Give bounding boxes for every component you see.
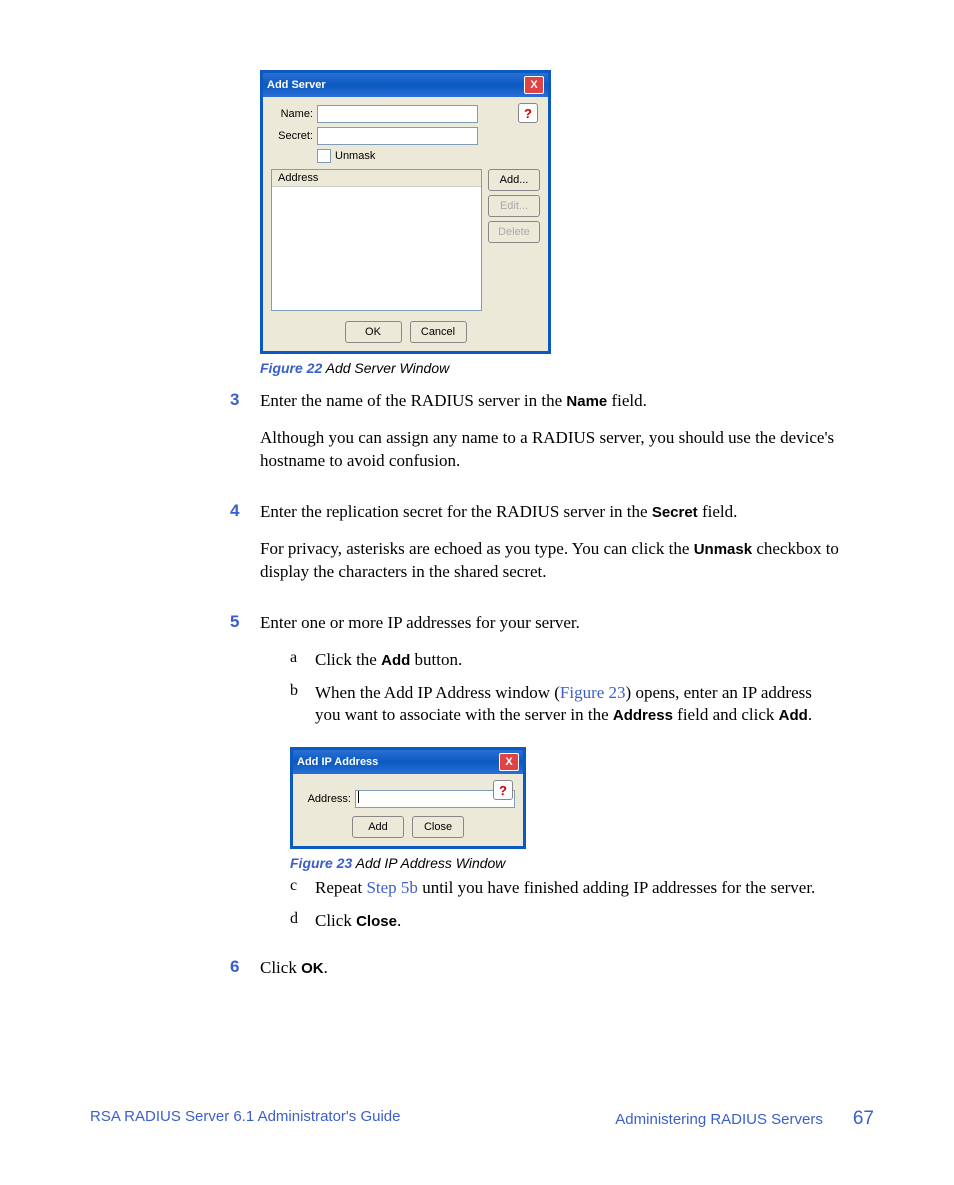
close-icon[interactable]: X	[524, 76, 544, 94]
step-5a-text: Click the Add button.	[315, 649, 839, 672]
footer-left: RSA RADIUS Server 6.1 Administrator's Gu…	[90, 1108, 400, 1130]
add-button[interactable]: Add...	[488, 169, 540, 191]
step-4-number: 4	[230, 501, 260, 598]
step-5b-link[interactable]: Step 5b	[366, 878, 417, 897]
step-5-text: Enter one or more IP addresses for your …	[260, 612, 839, 635]
add-ip-address-window: Add IP Address X ? Address: Add Close	[290, 747, 526, 849]
edit-button[interactable]: Edit...	[488, 195, 540, 217]
address-list[interactable]: Address	[271, 169, 482, 311]
page-footer: RSA RADIUS Server 6.1 Administrator's Gu…	[90, 1108, 874, 1130]
close-icon[interactable]: X	[499, 753, 519, 771]
address-header: Address	[272, 170, 481, 187]
help-icon[interactable]: ?	[518, 103, 538, 123]
add-button[interactable]: Add	[352, 816, 404, 838]
name-field[interactable]	[317, 105, 478, 123]
step-4-text: Enter the replication secret for the RAD…	[260, 501, 839, 524]
window-title: Add Server	[267, 79, 326, 91]
secret-field[interactable]	[317, 127, 478, 145]
name-label: Name:	[271, 108, 317, 120]
secret-label: Secret:	[271, 130, 317, 142]
step-3-para2: Although you can assign any name to a RA…	[260, 427, 839, 473]
titlebar: Add IP Address X	[293, 750, 523, 774]
step-3-number: 3	[230, 390, 260, 487]
unmask-label: Unmask	[335, 150, 375, 162]
help-icon[interactable]: ?	[493, 780, 513, 800]
figure-23-link[interactable]: Figure 23	[560, 683, 626, 702]
step-4-para2: For privacy, asterisks are echoed as you…	[260, 538, 839, 584]
page-number: 67	[853, 1108, 874, 1130]
address-field[interactable]	[355, 790, 515, 808]
unmask-checkbox[interactable]	[317, 149, 331, 163]
close-button[interactable]: Close	[412, 816, 464, 838]
add-server-window: Add Server X ? Name: Secret: Unmask Addr…	[260, 70, 551, 354]
cancel-button[interactable]: Cancel	[410, 321, 467, 343]
titlebar: Add Server X	[263, 73, 548, 97]
step-5a-label: a	[290, 649, 315, 672]
step-5c-label: c	[290, 877, 315, 900]
step-5d-text: Click Close.	[315, 910, 839, 933]
footer-right: Administering RADIUS Servers	[615, 1111, 823, 1128]
step-5b-label: b	[290, 682, 315, 728]
ok-button[interactable]: OK	[345, 321, 402, 343]
step-5-number: 5	[230, 612, 260, 944]
delete-button[interactable]: Delete	[488, 221, 540, 243]
step-6-number: 6	[230, 957, 260, 994]
window-title: Add IP Address	[297, 756, 378, 768]
address-label: Address:	[301, 793, 355, 805]
step-6-text: Click OK.	[260, 957, 839, 980]
figure-22-caption: Figure 22 Add Server Window	[260, 360, 839, 376]
figure-23-caption: Figure 23 Add IP Address Window	[290, 855, 839, 871]
step-5b-text: When the Add IP Address window (Figure 2…	[315, 682, 839, 728]
step-5d-label: d	[290, 910, 315, 933]
step-5c-text: Repeat Step 5b until you have finished a…	[315, 877, 839, 900]
step-3-text: Enter the name of the RADIUS server in t…	[260, 390, 839, 413]
